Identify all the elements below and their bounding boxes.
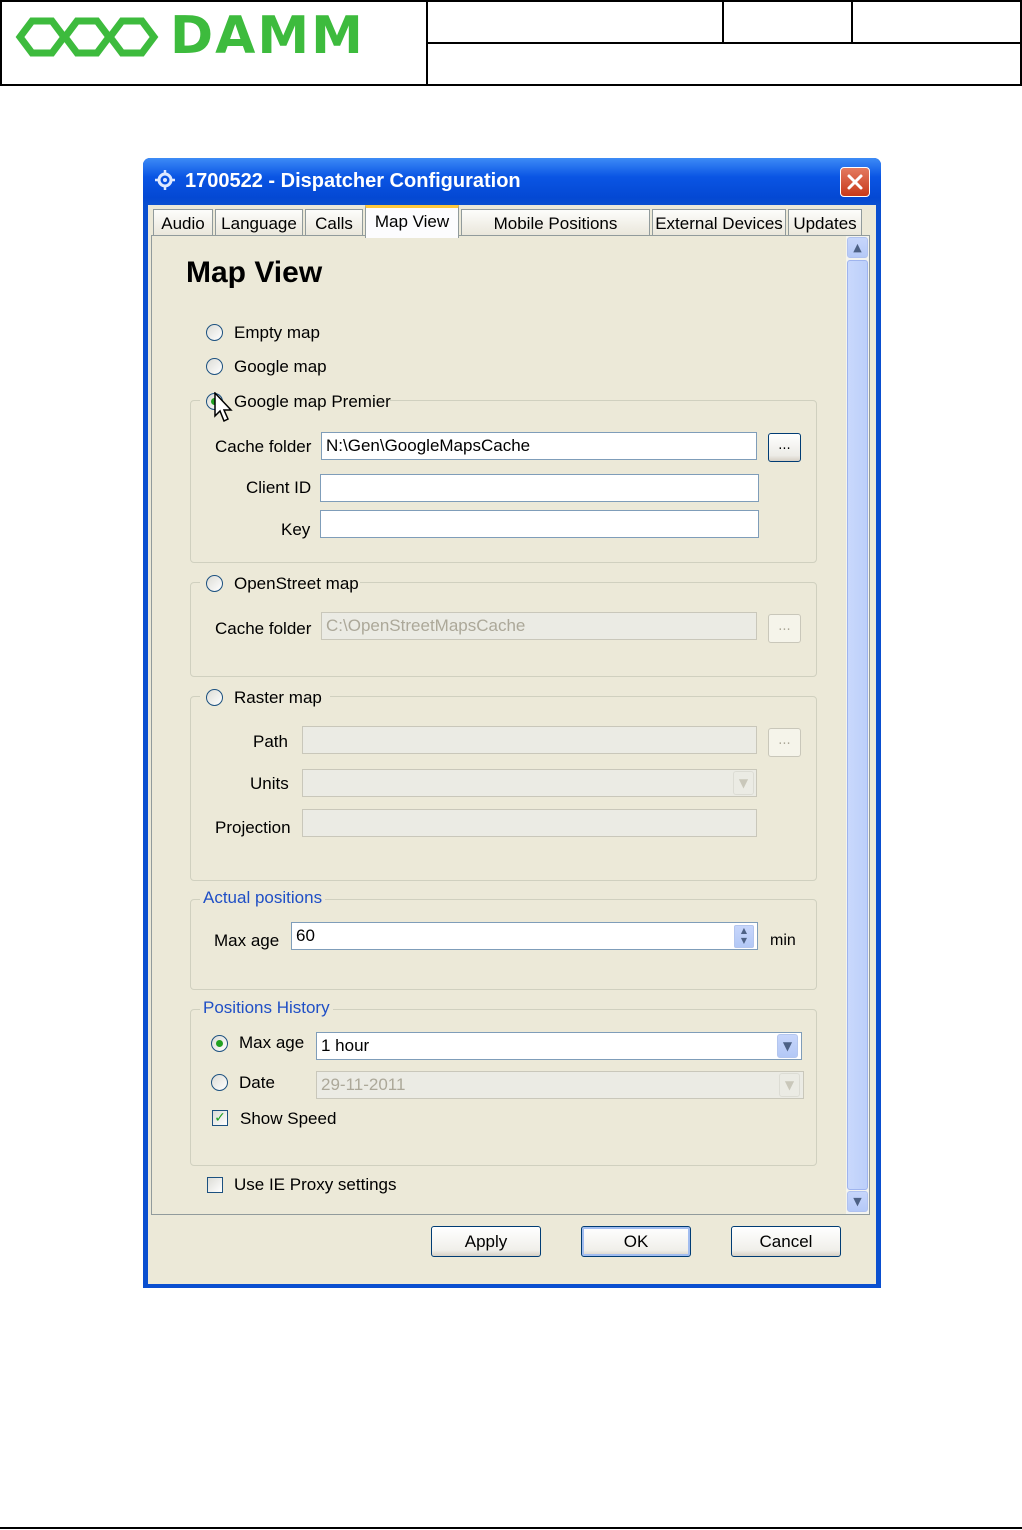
tab-external-devices[interactable]: External Devices [652,209,786,236]
tab-updates[interactable]: Updates [788,209,862,236]
google-cache-browse-button[interactable]: ... [768,433,801,462]
radio-openstreet-map-label: OpenStreet map [234,574,359,593]
vertical-scrollbar[interactable]: ▲ ▼ [846,236,869,1214]
cache-folder-label: Cache folder [215,437,312,456]
show-speed-label: Show Speed [240,1109,337,1128]
radio-history-date[interactable] [211,1074,228,1091]
units-select[interactable] [302,769,757,797]
title-bar[interactable]: 1700522 - Dispatcher Configuration [143,158,881,205]
scroll-up-button[interactable]: ▲ [847,237,868,258]
tab-mobile-positions-storage[interactable]: Mobile Positions Storage [461,209,650,260]
window-title: 1700522 - Dispatcher Configuration [185,170,521,192]
units-label: Units [250,774,289,793]
show-speed-checkbox[interactable]: ✓ [212,1110,228,1126]
apply-button[interactable]: Apply [431,1226,541,1257]
openstreet-cache-folder-label: Cache folder [215,619,312,638]
header-cell [722,0,853,44]
page-title: Map View [186,256,323,289]
tab-audio[interactable]: Audio [153,209,213,236]
use-ie-proxy-label: Use IE Proxy settings [234,1175,397,1194]
logo-text: DAMM [170,6,365,66]
radio-google-map[interactable] [206,358,223,375]
history-date-dropdown-arrow[interactable]: ▼ [779,1073,800,1097]
history-date-label: Date [239,1073,275,1092]
footer-rule [0,1527,1022,1529]
key-label: Key [281,520,311,539]
tab-calls[interactable]: Calls [305,209,363,236]
radio-empty-map[interactable] [206,324,223,341]
tab-language[interactable]: Language [215,209,303,236]
chevron-up-icon: ▲ [853,241,862,254]
raster-path-input[interactable] [302,726,757,754]
radio-raster-map[interactable] [206,689,223,706]
openstreet-cache-folder-input[interactable]: C:\OpenStreetMapsCache [321,612,757,640]
close-icon [847,174,863,190]
path-label: Path [253,732,288,751]
actual-max-age-unit: min [770,932,796,949]
key-input[interactable] [320,510,759,538]
ok-button[interactable]: OK [581,1226,691,1257]
radio-google-map-premier-label: Google map Premier [234,392,391,411]
radio-openstreet-map[interactable] [206,575,223,592]
radio-history-max-age[interactable] [211,1035,228,1052]
tab-map-view[interactable]: Map View [365,205,459,238]
close-button[interactable] [840,167,870,197]
chevron-down-icon: ▼ [738,776,749,790]
client-id-label: Client ID [246,478,312,497]
history-date-picker[interactable]: 29-11-2011 [316,1071,804,1099]
scroll-thumb[interactable] [847,260,868,1190]
gear-icon [155,170,175,190]
spinner-buttons[interactable]: ▲ ▼ [734,925,754,948]
checkmark-icon: ✓ [214,1110,226,1126]
chevron-down-icon: ▼ [740,936,748,945]
units-dropdown-arrow[interactable]: ▼ [733,771,754,795]
dialog-client-area: Audio Language Calls Map View Mobile Pos… [148,205,876,1284]
history-max-age-label: Max age [239,1033,305,1052]
google-cache-folder-input[interactable]: N:\Gen\GoogleMapsCache [321,432,757,460]
radio-empty-map-label: Empty map [234,323,320,342]
actual-max-age-spinner[interactable]: 60 [291,922,758,950]
history-max-age-select[interactable]: 1 hour [316,1032,802,1060]
actual-positions-title: Actual positions [200,888,326,908]
chevron-up-icon: ▲ [740,926,748,935]
map-view-page: ▲ ▼ Map View Empty map Google map Google… [151,235,870,1215]
projection-input[interactable] [302,809,757,837]
mouse-cursor-icon [214,392,233,423]
header-cell [851,0,1022,44]
actual-max-age-label: Max age [214,931,280,950]
header-cell [426,42,1022,86]
chevron-down-icon: ▼ [782,1039,793,1053]
header-cell [426,0,724,44]
chevron-down-icon: ▼ [853,1195,862,1208]
damm-logo-icon [15,17,159,57]
openstreet-cache-browse-button[interactable]: ... [768,614,801,643]
use-ie-proxy-checkbox[interactable] [207,1177,223,1193]
radio-google-map-label: Google map [234,357,327,376]
positions-history-title: Positions History [200,998,333,1018]
history-max-age-dropdown-arrow[interactable]: ▼ [777,1034,798,1058]
scroll-down-button[interactable]: ▼ [847,1191,868,1212]
radio-raster-map-label: Raster map [234,688,322,707]
raster-path-browse-button[interactable]: ... [768,728,801,757]
chevron-down-icon: ▼ [784,1078,795,1092]
cancel-button[interactable]: Cancel [731,1226,841,1257]
dispatcher-configuration-window: 1700522 - Dispatcher Configuration Audio… [143,158,881,1288]
client-id-input[interactable] [320,474,759,502]
projection-label: Projection [215,818,291,837]
